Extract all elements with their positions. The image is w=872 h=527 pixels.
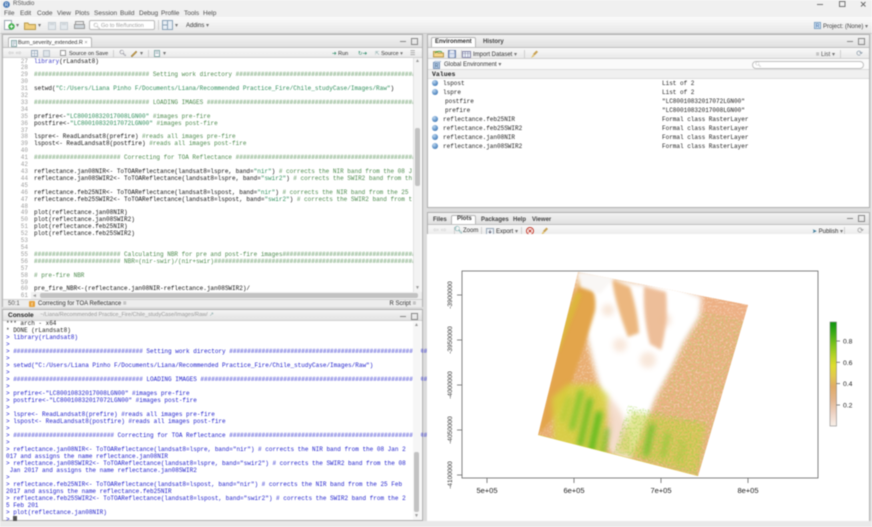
svg-text:7e+05: 7e+05 bbox=[650, 486, 671, 495]
svg-text:0.8: 0.8 bbox=[843, 339, 853, 346]
svg-text:-4000000: -4000000 bbox=[447, 371, 454, 399]
svg-text:-4100000: -4100000 bbox=[447, 461, 454, 489]
svg-text:6e+05: 6e+05 bbox=[563, 486, 584, 495]
svg-text:-3900000: -3900000 bbox=[447, 281, 454, 309]
svg-text:R: R bbox=[435, 63, 439, 68]
svg-text:R: R bbox=[816, 23, 820, 29]
svg-text:8e+05: 8e+05 bbox=[737, 486, 758, 495]
svg-text:0.2: 0.2 bbox=[843, 403, 853, 410]
svg-text:-3950000: -3950000 bbox=[447, 326, 454, 354]
svg-text:0.4: 0.4 bbox=[843, 381, 853, 388]
svg-text:0.6: 0.6 bbox=[843, 360, 853, 367]
svg-text:-4050000: -4050000 bbox=[447, 416, 454, 444]
svg-text:5e+05: 5e+05 bbox=[476, 486, 497, 495]
